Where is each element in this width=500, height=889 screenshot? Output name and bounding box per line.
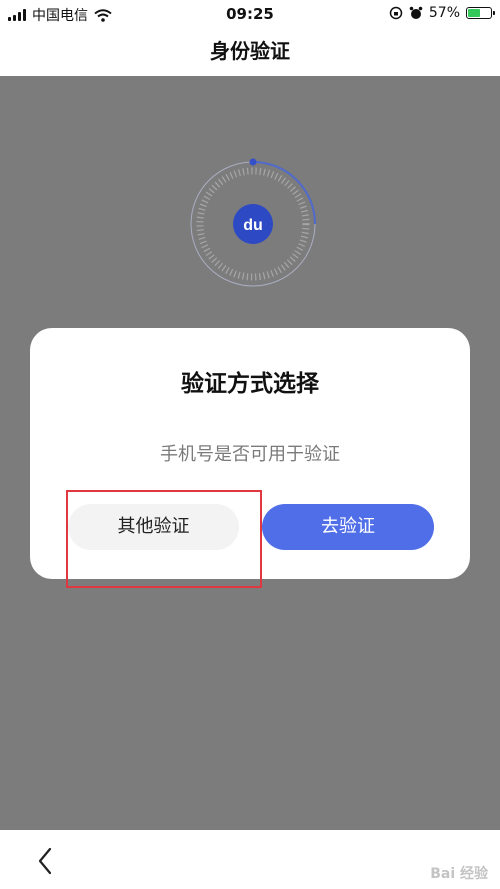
page-title: 身份验证: [210, 39, 290, 63]
lock-rotation-icon: [389, 6, 403, 20]
progress-dot: [249, 158, 257, 166]
bottom-bar: Bai 经验: [0, 830, 500, 889]
battery-percent: 57%: [428, 5, 460, 21]
status-bar: 中国电信 09:25 57%: [0, 0, 500, 28]
go-verify-button[interactable]: 去验证: [262, 504, 434, 550]
status-right: 57%: [389, 5, 495, 21]
highlight-box: [66, 490, 262, 588]
watermark: Bai 经验: [430, 866, 488, 882]
battery-icon: [466, 7, 495, 19]
alarm-icon: [409, 6, 423, 19]
face-scan-ring: du: [190, 158, 316, 287]
dialog-message: 手机号是否可用于验证: [160, 444, 340, 465]
nav-bar: 身份验证: [0, 28, 500, 76]
baidu-logo-text: du: [243, 217, 263, 234]
dialog-title: 验证方式选择: [181, 371, 319, 397]
back-arrow-icon[interactable]: [32, 846, 58, 876]
